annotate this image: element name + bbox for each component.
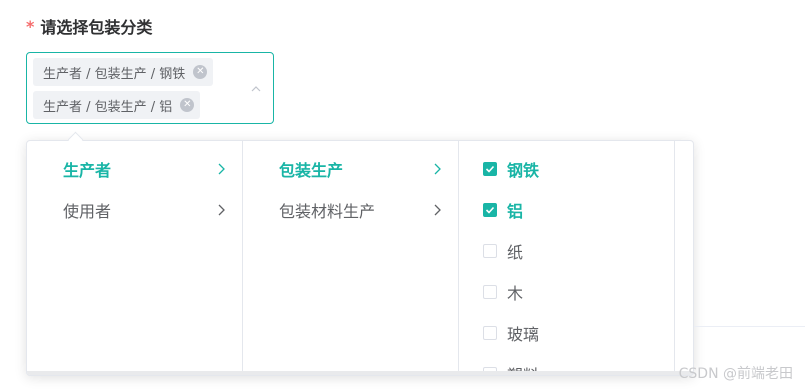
cascader-dropdown: 生产者 使用者 包装生产 包装材料生产 钢铁 铝 纸 木 玻璃 <box>26 140 694 376</box>
check-item-label: 纸 <box>507 242 524 262</box>
selected-tag: 生产者 / 包装生产 / 钢铁 ✕ <box>33 58 214 86</box>
horizontal-scrollbar[interactable] <box>27 371 693 375</box>
checkbox[interactable] <box>483 325 497 340</box>
chevron-right-icon <box>218 163 225 175</box>
check-item-label: 铝 <box>507 201 524 221</box>
check-item-label: 木 <box>507 283 524 303</box>
check-icon <box>485 206 495 214</box>
menu-item-label: 使用者 <box>63 201 112 221</box>
menu-item-user[interactable]: 使用者 <box>27 189 242 230</box>
cascader-input[interactable]: 生产者 / 包装生产 / 钢铁 ✕ 生产者 / 包装生产 / 铝 ✕ <box>26 52 274 124</box>
close-icon[interactable]: ✕ <box>193 65 208 79</box>
cascader-menu-level1: 生产者 使用者 <box>27 141 243 375</box>
selected-tag: 生产者 / 包装生产 / 铝 ✕ <box>33 91 201 119</box>
menu-item-label: 生产者 <box>63 160 112 180</box>
menu-item-label: 包装生产 <box>279 160 344 180</box>
check-item-glass[interactable]: 玻璃 <box>459 312 674 353</box>
menu-item-producer[interactable]: 生产者 <box>27 148 242 189</box>
cascader-menu-level3: 钢铁 铝 纸 木 玻璃 塑料 <box>459 141 675 375</box>
checkbox[interactable] <box>483 202 497 217</box>
check-item-steel[interactable]: 钢铁 <box>459 148 674 189</box>
menu-item-packaging-material-production[interactable]: 包装材料生产 <box>243 189 458 230</box>
watermark: CSDN @前端老田 <box>678 366 793 382</box>
checkbox[interactable] <box>483 243 497 258</box>
chevron-up-icon[interactable] <box>251 84 261 94</box>
check-item-wood[interactable]: 木 <box>459 271 674 312</box>
form-label-text: 请选择包装分类 <box>40 18 153 37</box>
selected-tag-label: 生产者 / 包装生产 / 钢铁 <box>43 66 186 82</box>
selected-tags: 生产者 / 包装生产 / 钢铁 ✕ 生产者 / 包装生产 / 铝 ✕ <box>33 58 214 119</box>
chevron-right-icon <box>434 163 441 175</box>
checkbox[interactable] <box>483 161 497 176</box>
menu-item-label: 包装材料生产 <box>279 201 376 221</box>
form-label: * 请选择包装分类 <box>26 14 152 38</box>
close-icon[interactable]: ✕ <box>180 98 195 112</box>
cascader-menu-level2: 包装生产 包装材料生产 <box>243 141 459 375</box>
check-item-paper[interactable]: 纸 <box>459 230 674 271</box>
page: * 请选择包装分类 生产者 / 包装生产 / 钢铁 ✕ 生产者 / 包装生产 /… <box>0 0 805 391</box>
check-item-label: 玻璃 <box>507 324 540 344</box>
required-mark: * <box>26 16 35 36</box>
check-item-label: 钢铁 <box>507 160 540 180</box>
checkbox[interactable] <box>483 284 497 299</box>
divider <box>694 326 805 327</box>
check-icon <box>485 165 495 173</box>
selected-tag-label: 生产者 / 包装生产 / 铝 <box>43 99 173 115</box>
chevron-right-icon <box>218 204 225 216</box>
menu-item-packaging-production[interactable]: 包装生产 <box>243 148 458 189</box>
check-item-aluminum[interactable]: 铝 <box>459 189 674 230</box>
chevron-right-icon <box>434 204 441 216</box>
